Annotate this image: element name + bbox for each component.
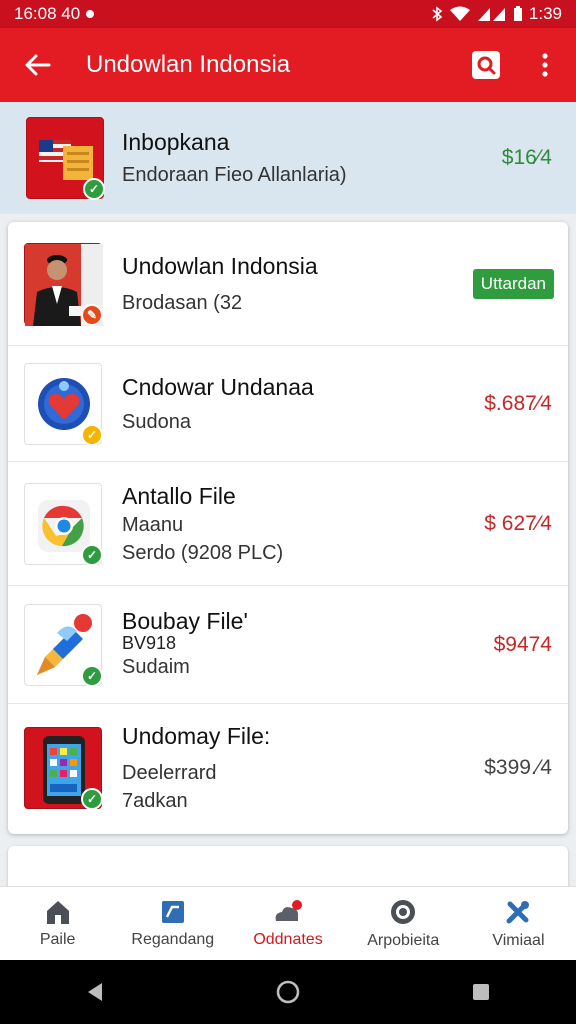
home-icon [46,900,69,924]
list-item[interactable]: ✓ Undomay File: Deelerrard 7adkan $399.⁄… [8,704,568,832]
item-thumbnail: ✓ [24,482,103,566]
featured-name: Inbopkana [122,129,230,155]
item-detail: Maanu [122,513,184,536]
featured-price: $16⁄4 [501,146,552,169]
signal-icon [477,8,505,21]
check-badge-icon: ✓ [83,178,105,200]
item-thumbnail: ✓ [24,362,103,446]
system-nav-bar [0,960,576,1024]
featured-item[interactable]: ✓ Inbopkana Endoraan Fieo Allanlaria) $1… [0,102,576,214]
item-thumbnail: ✓ [24,727,103,810]
list-item[interactable]: ✓ Antallo File Maanu Serdo (9208 PLC) $ … [8,462,568,586]
status-clock: 1:39 [528,4,562,23]
wifi-icon [449,6,470,21]
item-detail: Sudaim [122,655,190,678]
status-bar: 16:08 40 1:39 [0,0,576,28]
nav-label: Arpobieita [367,931,440,949]
featured-subtitle: Endoraan Fieo Allanlaria) [122,164,347,186]
item-price: $ 627⁄4 [484,511,552,535]
item-detail: 7adkan [122,790,188,812]
list-item[interactable]: ✓ Cndowar Undanaa Sudona $.687⁄4 [8,346,568,462]
item-detail: Sudona [122,410,191,433]
list-item[interactable]: ✎ Undowlan Indonsia Brodasan (32 Uttarda… [8,222,568,346]
document-icon [161,900,184,923]
item-price: $.687⁄4 [484,391,552,415]
status-badge: Uttardan [472,268,554,299]
file-list-card: ✎ Undowlan Indonsia Brodasan (32 Uttarda… [8,222,568,834]
item-name: Undowlan Indonsia [122,252,318,279]
bluetooth-icon [432,6,443,22]
item-thumbnail: ✓ [24,603,103,687]
check-badge-icon: ✓ [81,788,103,810]
nav-label: Oddnates [253,930,323,948]
item-price: $399.⁄4 [484,756,552,779]
cloud-notify-icon [275,899,302,921]
item-name: Undomay File: [122,723,271,749]
edit-badge-icon: ✎ [81,303,103,326]
bottom-nav: Paile Regandang Oddnates Arpobieita Vimi… [0,886,576,960]
back-button[interactable] [0,28,76,102]
featured-thumbnail: ✓ [26,117,105,200]
item-detail: BV918 [122,632,177,653]
nav-item-documents[interactable]: Regandang [115,887,230,960]
status-time: 16:08 40 [14,4,81,23]
item-price: $9474 [493,632,552,656]
nav-recents-icon[interactable] [470,981,492,1003]
check-badge-icon: ✓ [81,543,103,566]
nav-back-icon[interactable] [84,981,106,1003]
nav-label: Paile [39,930,76,948]
list-item[interactable]: ✓ Boubay File' BV918 Sudaim $9474 [8,586,568,704]
nav-item-home[interactable]: Paile [0,887,115,960]
nav-label: Regandang [131,930,215,948]
app-bar: Undowlan Indonsia [0,28,576,102]
item-detail: Brodasan (32 [122,291,243,314]
nav-label: Vimiaal [492,931,545,949]
item-name: Antallo File [122,482,236,509]
notification-dot-icon [86,10,95,18]
check-badge-icon: ✓ [81,664,103,687]
nav-item-tools[interactable]: Vimiaal [461,887,576,960]
item-name: Cndowar Undanaa [122,373,314,400]
nav-item-apps[interactable]: Arpobieita [346,887,461,960]
item-detail: Serdo (9208 PLC) [122,541,284,564]
item-thumbnail: ✎ [24,242,103,326]
arrow-back-icon [25,54,51,76]
target-icon [391,899,416,924]
nav-home-icon[interactable] [275,979,301,1005]
app-title: Undowlan Indonsia [86,51,291,78]
search-icon [472,51,500,79]
tools-icon [506,900,530,923]
overflow-menu-button[interactable] [530,45,560,85]
item-detail: Deelerrard [122,762,217,784]
battery-icon [513,6,522,21]
nav-item-updates[interactable]: Oddnates [230,887,345,960]
more-vert-icon [542,53,548,77]
search-button[interactable] [466,45,506,85]
item-name: Boubay File' [122,607,248,634]
pending-badge-icon: ✓ [81,423,103,446]
